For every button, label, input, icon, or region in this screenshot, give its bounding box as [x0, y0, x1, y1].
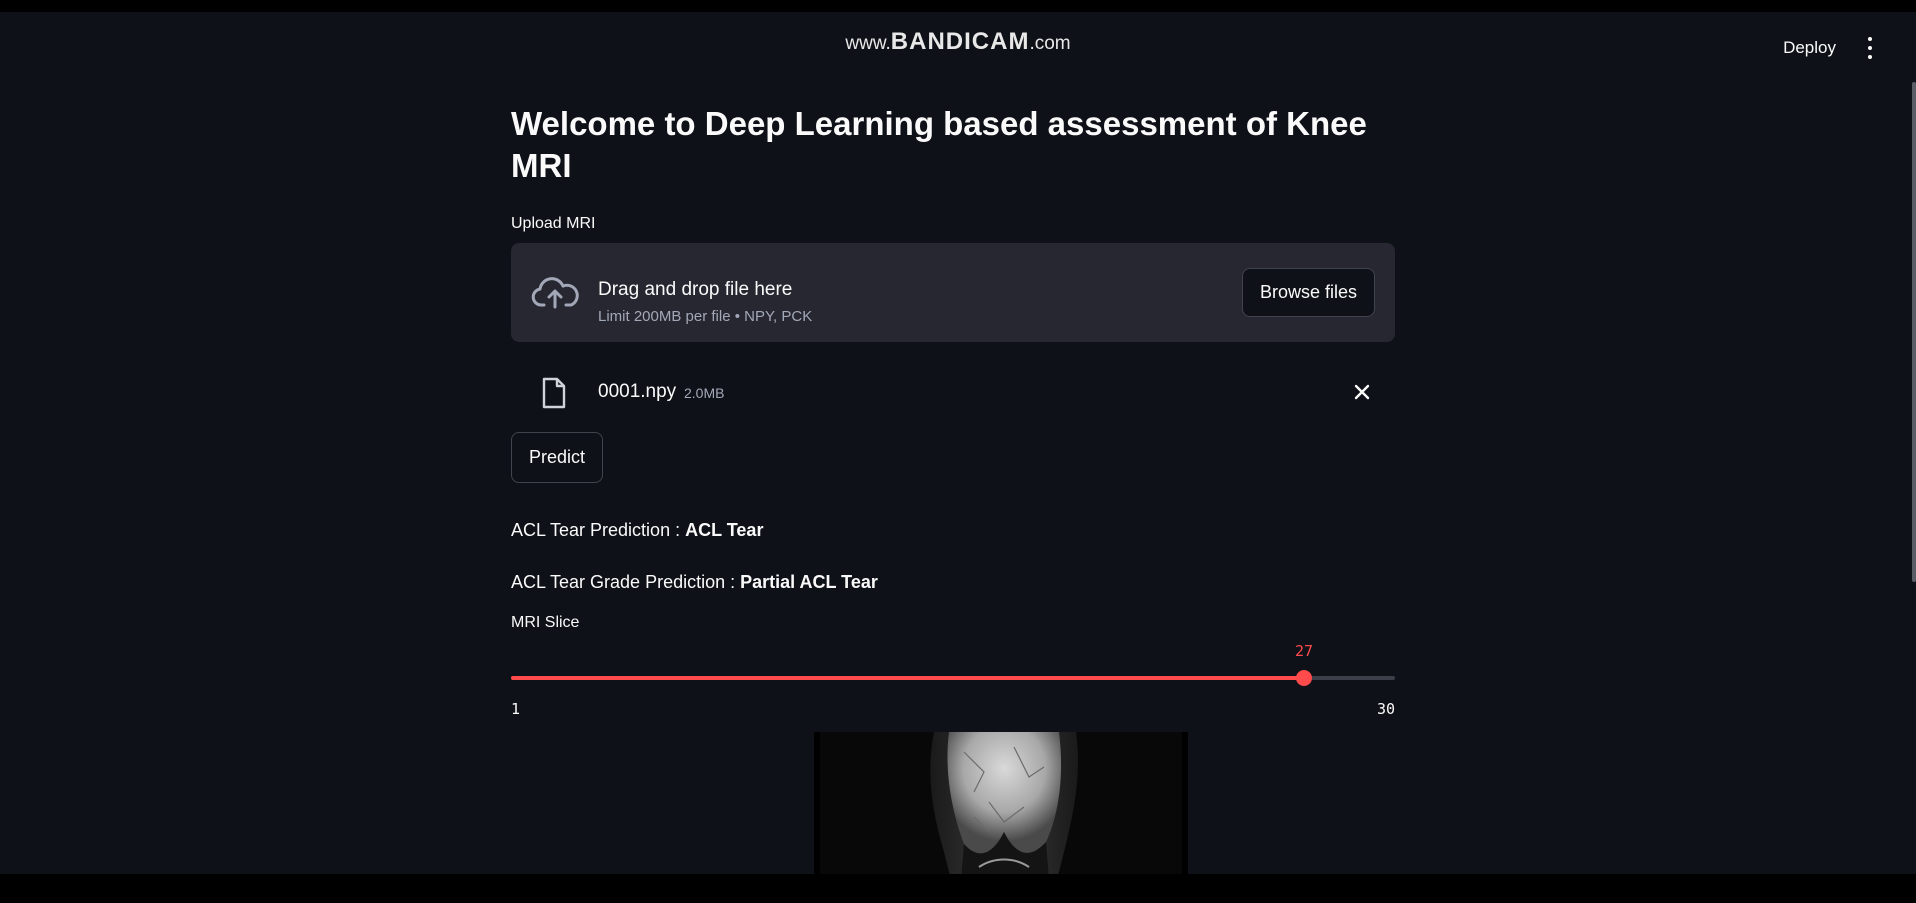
upload-label: Upload MRI — [511, 215, 596, 232]
dropzone-instruction: Drag and drop file here — [598, 279, 793, 300]
screen-bottom-bar — [0, 874, 1916, 903]
slider-thumb[interactable] — [1296, 670, 1312, 686]
cloud-upload-icon — [531, 277, 579, 309]
uploaded-file-row: 0001.npy 2.0MB — [511, 367, 1395, 417]
acl-tear-prediction-label: ACL Tear Prediction : — [511, 520, 686, 540]
slider-max-label: 30 — [1376, 700, 1395, 718]
dropzone-limit: Limit 200MB per file • NPY, PCK — [598, 308, 813, 325]
acl-grade-prediction-value: Partial ACL Tear — [740, 572, 878, 592]
slider-current-value: 27 — [1294, 642, 1314, 660]
mri-slice-image — [814, 732, 1188, 874]
app-window: www.BANDICAM.com Deploy Welcome to Deep … — [0, 12, 1916, 874]
acl-grade-prediction-label: ACL Tear Grade Prediction : — [511, 572, 741, 592]
slider-track[interactable] — [511, 676, 1395, 680]
file-dropzone[interactable]: Drag and drop file here Limit 200MB per … — [511, 243, 1395, 342]
file-icon — [542, 377, 566, 409]
slider-label: MRI Slice — [511, 614, 580, 631]
deploy-button[interactable]: Deploy — [1783, 38, 1836, 58]
recording-watermark: www.BANDICAM.com — [845, 28, 1071, 55]
acl-tear-prediction-value: ACL Tear — [685, 520, 764, 540]
vertical-ellipsis-icon[interactable] — [1860, 37, 1880, 59]
scrollbar[interactable] — [1912, 82, 1916, 582]
close-icon[interactable] — [1353, 383, 1371, 401]
uploaded-file-name: 0001.npy — [598, 381, 677, 402]
browse-files-button[interactable]: Browse files — [1242, 268, 1375, 317]
acl-tear-prediction: ACL Tear Prediction : ACL Tear — [511, 520, 763, 541]
uploaded-file-size: 2.0MB — [684, 385, 725, 401]
slider-fill — [511, 676, 1304, 680]
slider-min-label: 1 — [511, 700, 521, 718]
mri-slice-slider[interactable]: 27 1 30 — [511, 640, 1395, 718]
page-title: Welcome to Deep Learning based assessmen… — [511, 105, 1367, 184]
predict-button[interactable]: Predict — [511, 432, 603, 483]
acl-grade-prediction: ACL Tear Grade Prediction : Partial ACL … — [511, 572, 878, 593]
